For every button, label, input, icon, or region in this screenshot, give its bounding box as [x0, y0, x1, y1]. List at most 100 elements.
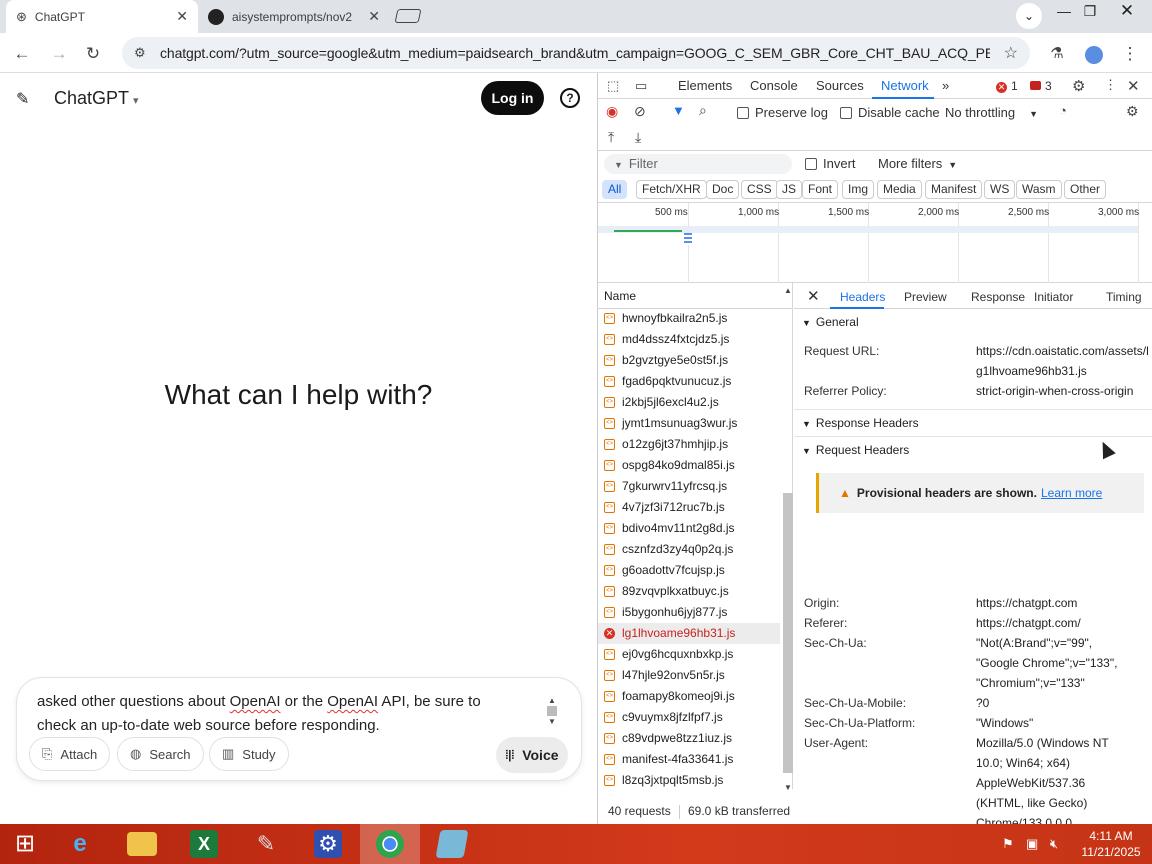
- request-row[interactable]: <> o12zg6jt37hmhjip.js: [598, 434, 780, 455]
- reload-icon[interactable]: ↻: [80, 41, 106, 67]
- tab-preview[interactable]: Preview: [904, 290, 947, 304]
- tab-sources[interactable]: Sources: [816, 78, 864, 93]
- request-row[interactable]: <> hwnoyfbkailra2n5.js: [598, 309, 780, 329]
- tab-initiator[interactable]: Initiator: [1034, 290, 1073, 304]
- tab-response[interactable]: Response: [971, 290, 1025, 304]
- type-filter-img[interactable]: Img: [842, 180, 875, 199]
- request-row[interactable]: <> 7gkurwrv11yfrcsq.js: [598, 476, 780, 497]
- scroll-down-icon[interactable]: ▼: [547, 717, 557, 726]
- gear-icon[interactable]: ⚙: [1072, 77, 1085, 95]
- url-text[interactable]: chatgpt.com/?utm_source=google&utm_mediu…: [160, 45, 990, 61]
- invert-checkbox[interactable]: Invert: [805, 156, 856, 171]
- tab-network[interactable]: Network: [881, 78, 929, 93]
- request-row[interactable]: <> 89zvqvplkxatbuyc.js: [598, 581, 780, 602]
- type-filter-doc[interactable]: Doc: [706, 180, 740, 199]
- more-tabs-icon[interactable]: »: [942, 78, 949, 93]
- tab-console[interactable]: Console: [750, 78, 798, 93]
- prompt-input[interactable]: asked other questions about OpenAI or th…: [37, 690, 537, 738]
- header-value[interactable]: "Not(A:Brand";v="99", "Google Chrome";v=…: [976, 633, 1136, 693]
- header-value[interactable]: https://chatgpt.com/: [976, 613, 1136, 633]
- request-row[interactable]: <> c9vuymx8jfzlfpf7.js: [598, 707, 780, 728]
- profile-icon[interactable]: [1081, 41, 1107, 67]
- request-row[interactable]: <> ej0vg6hcquxnbxkp.js: [598, 644, 780, 665]
- header-value[interactable]: https://chatgpt.com: [976, 593, 1136, 613]
- start-button[interactable]: ⊞: [0, 824, 50, 864]
- prompt-scrollbar[interactable]: ▲ ▼: [547, 696, 557, 732]
- type-filter-media[interactable]: Media: [877, 180, 922, 199]
- error-count-badge[interactable]: ✕ 1: [996, 79, 1018, 93]
- close-window-button[interactable]: ✕: [1110, 0, 1144, 24]
- tab-search-icon[interactable]: ⌄: [1016, 3, 1042, 29]
- learn-more-link[interactable]: Learn more: [1041, 486, 1102, 500]
- request-row[interactable]: <> bdivo4mv11nt2g8d.js: [598, 518, 780, 539]
- taskbar-excel[interactable]: X: [174, 824, 234, 864]
- network-conditions-icon[interactable]: ◔: [1059, 103, 1067, 118]
- taskbar-chrome[interactable]: [360, 824, 420, 864]
- header-value[interactable]: Mozilla/5.0 (Windows NT 10.0; Win64; x64…: [976, 733, 1136, 824]
- taskbar-ie[interactable]: e: [50, 824, 110, 864]
- type-filter-other[interactable]: Other: [1064, 180, 1107, 199]
- close-devtools-icon[interactable]: ✕: [1127, 77, 1140, 95]
- name-column-header[interactable]: Name ▲: [598, 283, 793, 309]
- scroll-up-icon[interactable]: ▲: [784, 286, 792, 295]
- taskbar-settings[interactable]: ⚙: [298, 824, 358, 864]
- request-list-scrollbar[interactable]: [783, 493, 793, 773]
- study-button[interactable]: ▥ Study: [209, 737, 289, 771]
- address-bar[interactable]: ⚙ chatgpt.com/?utm_source=google&utm_med…: [122, 37, 1030, 69]
- taskbar-explorer[interactable]: [112, 824, 172, 864]
- volume-icon[interactable]: 🔇︎: [1050, 836, 1058, 852]
- scroll-up-icon[interactable]: ▲: [547, 696, 557, 705]
- checkbox[interactable]: [840, 107, 852, 119]
- clear-icon[interactable]: ⊘: [634, 103, 646, 120]
- request-row[interactable]: <> ospg84ko9dmal85i.js: [598, 455, 780, 476]
- attach-button[interactable]: ⎘ Attach: [29, 737, 111, 771]
- type-filter-css[interactable]: CSS: [741, 180, 778, 199]
- taskbar-app[interactable]: [422, 824, 482, 864]
- request-row[interactable]: <> i2kbj5jl6excl4u2.js: [598, 392, 780, 413]
- header-value[interactable]: ?0: [976, 693, 1136, 713]
- new-chat-icon[interactable]: ✎: [16, 89, 29, 109]
- tab-elements[interactable]: Elements: [678, 78, 732, 93]
- taskbar-tool[interactable]: ✎: [236, 824, 296, 864]
- model-selector[interactable]: ChatGPT ▾: [54, 88, 139, 109]
- request-row[interactable]: <> csznfzd3zy4q0p2q.js: [598, 539, 780, 560]
- request-row[interactable]: <> l8zq3jxtpqlt5msb.js: [598, 770, 780, 789]
- record-icon[interactable]: ◉: [606, 103, 618, 120]
- general-section-header[interactable]: ▼ General: [794, 309, 1152, 335]
- menu-kebab-icon[interactable]: ⋮: [1117, 41, 1143, 67]
- checkbox[interactable]: [805, 158, 817, 170]
- request-row[interactable]: <> l47hjle92onv5n5r.js: [598, 665, 780, 686]
- filter-icon[interactable]: ▼: [672, 103, 685, 118]
- request-row[interactable]: <> foamapy8komeoj9i.js: [598, 686, 780, 707]
- checkbox[interactable]: [737, 107, 749, 119]
- inspect-element-icon[interactable]: ⬚: [607, 78, 619, 94]
- network-settings-icon[interactable]: ⚙: [1126, 103, 1139, 120]
- search-button[interactable]: ◍ Search: [117, 737, 204, 771]
- new-tab-button[interactable]: [394, 9, 422, 23]
- request-row[interactable]: <> b2gvztgye5e0st5f.js: [598, 350, 780, 371]
- response-headers-section[interactable]: ▼ Response Headers: [794, 409, 1152, 435]
- type-filter-all[interactable]: All: [602, 180, 628, 199]
- tab-chatgpt[interactable]: ⊛ ChatGPT ✕: [6, 0, 198, 33]
- type-filter-font[interactable]: Font: [802, 180, 839, 199]
- site-info-icon[interactable]: ⚙: [134, 45, 152, 61]
- search-icon[interactable]: ⌕: [699, 102, 707, 119]
- close-icon[interactable]: ✕: [368, 8, 380, 25]
- type-filter-wasm[interactable]: Wasm: [1016, 180, 1062, 199]
- close-detail-icon[interactable]: ✕: [807, 287, 820, 305]
- back-icon[interactable]: ←: [9, 41, 35, 67]
- tab-headers[interactable]: Headers: [840, 290, 885, 304]
- forward-icon[interactable]: →: [46, 41, 72, 67]
- preserve-log-checkbox[interactable]: Preserve log: [737, 105, 828, 120]
- request-row[interactable]: <> fgad6pqktvunucuz.js: [598, 371, 780, 392]
- bookmark-star-icon[interactable]: ☆: [1004, 43, 1018, 63]
- request-row[interactable]: <> 4v7jzf3i712ruc7b.js: [598, 497, 780, 518]
- help-icon[interactable]: ?: [560, 88, 580, 108]
- request-row[interactable]: <> g6oadottv7fcujsp.js: [598, 560, 780, 581]
- network-overview[interactable]: 500 ms 1,000 ms 1,500 ms 2,000 ms 2,500 …: [598, 203, 1152, 283]
- voice-button[interactable]: ⦙|⦙ Voice: [496, 737, 568, 773]
- scroll-thumb[interactable]: [547, 706, 557, 716]
- type-filter-ws[interactable]: WS: [984, 180, 1016, 199]
- tab-github[interactable]: aisystemprompts/nov2 ✕: [198, 0, 390, 33]
- type-filter-manifest[interactable]: Manifest: [925, 180, 983, 199]
